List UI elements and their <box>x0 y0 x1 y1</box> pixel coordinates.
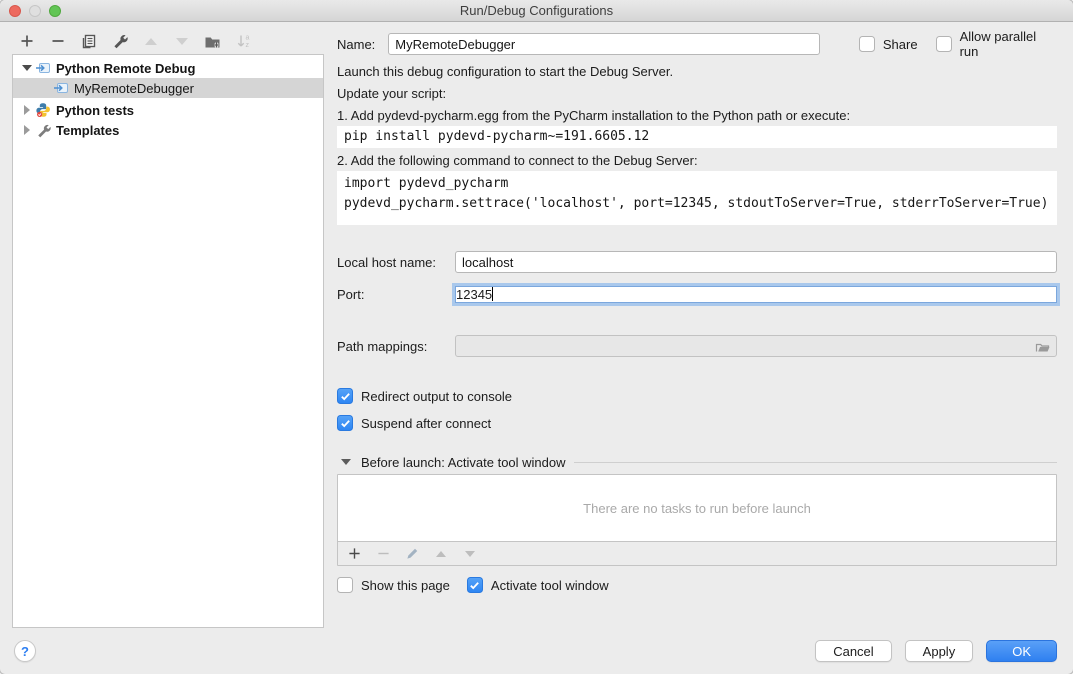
remote-debug-icon <box>53 80 69 96</box>
expand-arrow-icon[interactable] <box>19 105 35 115</box>
redirect-output-checkbox[interactable] <box>337 388 353 404</box>
name-input[interactable] <box>388 33 820 55</box>
bottom-options-row: Show this page Activate tool window <box>337 576 1057 594</box>
name-label: Name: <box>337 37 375 52</box>
suspend-after-connect-label: Suspend after connect <box>361 416 491 431</box>
empty-tasks-message: There are no tasks to run before launch <box>338 475 1056 541</box>
tree-item-myremotedebugger[interactable]: MyRemoteDebugger <box>13 78 323 98</box>
show-this-page-checkbox[interactable] <box>337 577 353 593</box>
run-debug-configurations-dialog: Run/Debug Configurations <box>0 0 1073 674</box>
suspend-after-connect-checkbox[interactable] <box>337 415 353 431</box>
allow-parallel-run-label: Allow parallel run <box>960 29 1057 59</box>
path-mappings-label: Path mappings: <box>337 339 455 354</box>
tree-item-label: Python Remote Debug <box>56 61 195 76</box>
suspend-after-connect-checkbox-group[interactable]: Suspend after connect <box>337 414 1057 432</box>
move-task-down-icon[interactable] <box>463 547 477 561</box>
local-host-label: Local host name: <box>337 255 455 270</box>
configuration-editor: Name: Share Allow parallel run Launch th… <box>337 0 1057 674</box>
add-task-icon[interactable] <box>347 547 361 561</box>
collapse-arrow-icon[interactable] <box>341 459 351 465</box>
help-button[interactable]: ? <box>14 640 36 662</box>
share-checkbox[interactable] <box>859 36 875 52</box>
copy-configuration-icon[interactable] <box>79 32 98 51</box>
port-value: 12345 <box>456 287 492 302</box>
move-down-icon[interactable] <box>172 32 191 51</box>
show-this-page-checkbox-group[interactable]: Show this page <box>337 577 450 593</box>
tasks-toolbar <box>338 541 1056 565</box>
close-window-button[interactable] <box>9 5 21 17</box>
zoom-window-button[interactable] <box>49 5 61 17</box>
edit-task-pencil-icon[interactable] <box>405 547 419 561</box>
text-cursor <box>492 287 493 301</box>
share-label: Share <box>883 37 918 52</box>
port-input[interactable]: 12345 <box>455 286 1057 303</box>
code-line-2: pydevd_pycharm.settrace('localhost', por… <box>344 194 1050 214</box>
window-controls <box>9 5 61 17</box>
tree-item-python-remote-debug[interactable]: Python Remote Debug <box>13 58 323 78</box>
remove-configuration-icon[interactable] <box>48 32 67 51</box>
svg-text:z: z <box>245 42 249 49</box>
local-host-row: Local host name: <box>337 250 1057 274</box>
apply-button[interactable]: Apply <box>905 640 974 662</box>
sort-configurations-icon[interactable]: a z <box>234 32 253 51</box>
pip-command-code: pip install pydevd-pycharm~=191.6605.12 <box>337 126 1057 148</box>
svg-text:a: a <box>245 35 249 42</box>
intro-line-2: Update your script: <box>337 86 1057 101</box>
move-up-icon[interactable] <box>141 32 160 51</box>
tree-item-label: MyRemoteDebugger <box>74 81 194 96</box>
tree-item-python-tests[interactable]: Python tests <box>13 100 323 120</box>
tree-item-label: Templates <box>56 123 119 138</box>
redirect-output-label: Redirect output to console <box>361 389 512 404</box>
expand-arrow-icon[interactable] <box>19 65 35 71</box>
path-mappings-row: Path mappings: <box>337 334 1057 358</box>
browse-folder-icon[interactable] <box>1035 339 1051 358</box>
edit-templates-wrench-icon[interactable] <box>110 32 129 51</box>
tree-item-templates[interactable]: Templates <box>13 120 323 140</box>
divider <box>574 462 1057 463</box>
tree-item-label: Python tests <box>56 103 134 118</box>
activate-tool-window-checkbox[interactable] <box>467 577 483 593</box>
port-label: Port: <box>337 287 455 302</box>
port-row: Port: 12345 <box>337 281 1057 307</box>
redirect-output-checkbox-group[interactable]: Redirect output to console <box>337 387 1057 405</box>
before-launch-tasks-panel: There are no tasks to run before launch <box>337 474 1057 566</box>
allow-parallel-run-checkbox-group[interactable]: Allow parallel run <box>936 29 1057 59</box>
move-task-up-icon[interactable] <box>434 547 448 561</box>
activate-tool-window-checkbox-group[interactable]: Activate tool window <box>467 577 609 593</box>
name-row: Name: Share Allow parallel run <box>337 32 1057 56</box>
share-checkbox-group[interactable]: Share <box>859 36 918 52</box>
activate-tool-window-label: Activate tool window <box>491 578 609 593</box>
add-configuration-icon[interactable] <box>17 32 36 51</box>
dialog-buttons: Cancel Apply OK <box>815 640 1057 662</box>
step1-text: 1. Add pydevd-pycharm.egg from the PyCha… <box>337 108 1057 123</box>
cancel-button[interactable]: Cancel <box>815 640 891 662</box>
minimize-window-button[interactable] <box>29 5 41 17</box>
configurations-tree: Python Remote Debug MyRemoteDebugger <box>12 54 324 628</box>
remote-debug-icon <box>35 60 51 76</box>
intro-line-1: Launch this debug configuration to start… <box>337 64 1057 79</box>
configurations-toolbar: a z <box>17 31 253 51</box>
code-line-1: import pydevd_pycharm <box>344 174 1050 194</box>
before-launch-title: Before launch: Activate tool window <box>361 455 566 470</box>
step2-text: 2. Add the following command to connect … <box>337 153 1057 168</box>
before-launch-header[interactable]: Before launch: Activate tool window <box>337 453 1057 471</box>
expand-arrow-icon[interactable] <box>19 125 35 135</box>
help-question-icon: ? <box>21 644 29 659</box>
local-host-input[interactable] <box>455 251 1057 273</box>
remove-task-icon[interactable] <box>376 547 390 561</box>
settrace-code-block: import pydevd_pycharm pydevd_pycharm.set… <box>337 171 1057 225</box>
path-mappings-input[interactable] <box>455 335 1057 357</box>
show-this-page-label: Show this page <box>361 578 450 593</box>
new-folder-icon[interactable] <box>203 32 222 51</box>
allow-parallel-run-checkbox[interactable] <box>936 36 952 52</box>
ok-button[interactable]: OK <box>986 640 1057 662</box>
wrench-icon <box>35 122 51 138</box>
python-tests-icon <box>35 102 51 118</box>
